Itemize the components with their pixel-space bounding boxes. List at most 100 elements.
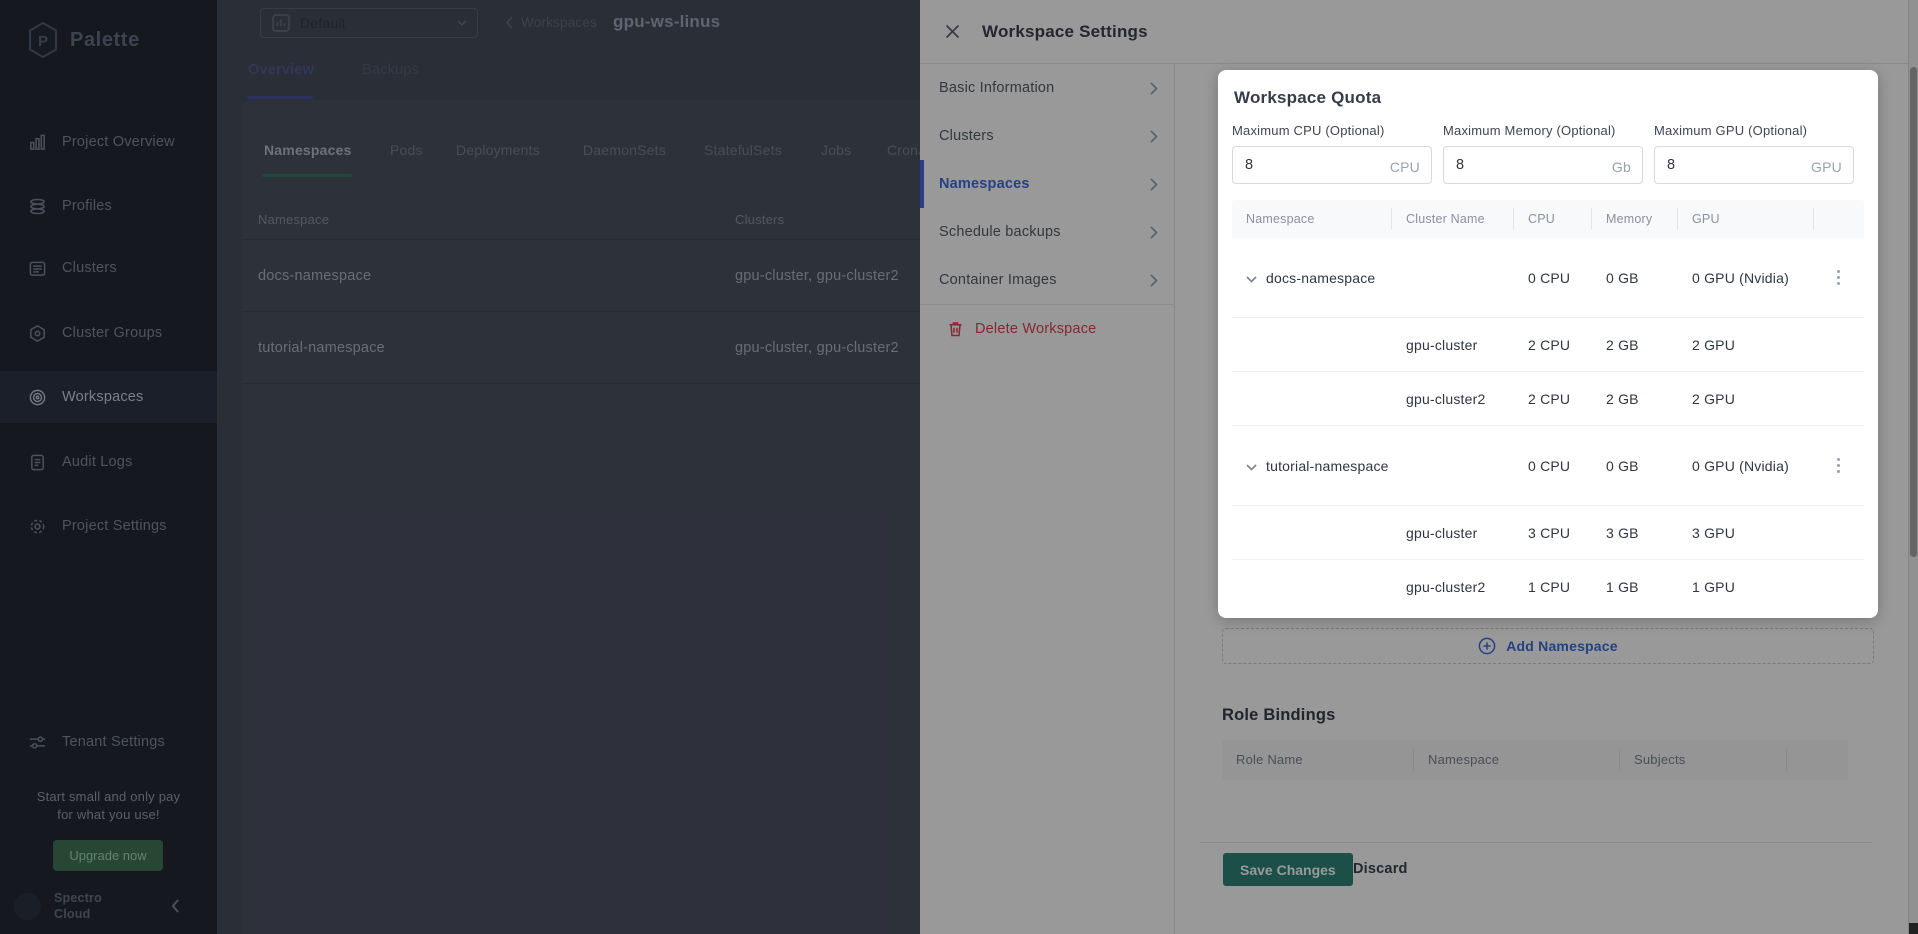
cell-clusters: gpu-cluster, gpu-cluster2	[735, 268, 899, 284]
column-header-subjects: Subjects	[1620, 749, 1787, 771]
memory-cell: 2 GB	[1592, 337, 1678, 353]
footer-brand-line2: Cloud	[54, 906, 102, 922]
breadcrumb-workspaces[interactable]: Workspaces	[521, 15, 597, 30]
subtab-statefulsets[interactable]: StatefulSets	[704, 142, 821, 158]
nav-item-label: Namespaces	[939, 176, 1030, 192]
modal-nav-basic-information[interactable]: Basic Information	[920, 64, 1174, 112]
cpu-cell: 0 CPU	[1514, 458, 1592, 474]
trash-icon	[948, 321, 963, 337]
delete-workspace-button[interactable]: Delete Workspace	[920, 305, 1174, 353]
gpu-cell: 1 GPU	[1678, 579, 1814, 595]
add-namespace-label: Add Namespace	[1506, 638, 1618, 654]
sidebar-item-label: Workspaces	[62, 389, 144, 405]
list-box-icon	[28, 259, 47, 278]
gpu-unit-label: GPU	[1811, 159, 1842, 175]
cell-namespace: docs-namespace	[242, 268, 735, 284]
memory-cell: 0 GB	[1592, 458, 1678, 474]
sidebar-item-audit-logs[interactable]: Audit Logs	[0, 438, 217, 486]
hexagon-icon	[28, 324, 47, 343]
scrollbar-thumb[interactable]	[1910, 67, 1917, 557]
gear-icon	[28, 517, 47, 536]
modal-nav-schedule-backups[interactable]: Schedule backups	[920, 208, 1174, 256]
namespace-name-cell[interactable]: tutorial-namespace	[1232, 455, 1392, 477]
sidebar-item-project-overview[interactable]: Project Overview	[0, 118, 217, 166]
memory-cell: 1 GB	[1592, 579, 1678, 595]
modal-nav-clusters[interactable]: Clusters	[920, 112, 1174, 160]
add-namespace-button[interactable]: Add Namespace	[1222, 628, 1874, 664]
memory-cell: 3 GB	[1592, 525, 1678, 541]
sidebar-item-workspaces[interactable]: Workspaces	[0, 371, 217, 423]
row-menu-icon[interactable]	[1828, 270, 1848, 285]
spectro-cloud-logo-icon	[14, 893, 41, 920]
tab-backups[interactable]: Backups	[362, 62, 419, 78]
footer-divider	[1200, 842, 1872, 843]
scrollbar-corner	[1909, 923, 1918, 934]
max-cpu-field: Maximum CPU (Optional) CPU	[1232, 123, 1432, 184]
tab-overview[interactable]: Overview	[248, 62, 314, 78]
modal-nav-container-images[interactable]: Container Images	[920, 256, 1174, 304]
cluster-row: gpu-cluster 3 CPU 3 GB 3 GPU	[1232, 506, 1864, 560]
column-header-gpu: GPU	[1678, 208, 1814, 230]
column-header-cluster-name: Cluster Name	[1392, 208, 1514, 230]
footer-brand-line1: Spectro	[54, 890, 102, 906]
column-header-namespace: Namespace	[242, 212, 735, 227]
modal-nav-namespaces[interactable]: Namespaces	[920, 160, 1174, 208]
discard-button[interactable]: Discard	[1353, 853, 1408, 886]
quota-table: Namespace Cluster Name CPU Memory GPU do…	[1232, 200, 1864, 614]
page-title: gpu-ws-linus	[613, 12, 720, 32]
sidebar-item-label: Cluster Groups	[62, 325, 162, 341]
collapse-sidebar-icon[interactable]	[170, 898, 180, 914]
memory-cell: 2 GB	[1592, 391, 1678, 407]
save-changes-button[interactable]: Save Changes	[1223, 853, 1353, 886]
nav-item-label: Basic Information	[939, 80, 1054, 96]
cluster-name-cell: gpu-cluster	[1392, 337, 1514, 353]
quota-heading: Workspace Quota	[1234, 88, 1864, 108]
cluster-name-cell: gpu-cluster2	[1392, 391, 1514, 407]
workspace-settings-modal: Workspace Settings Basic Information Clu…	[920, 0, 1918, 934]
chevron-down-icon	[1246, 276, 1257, 283]
namespace-row: tutorial-namespace 0 CPU 0 GB 0 GPU (Nvi…	[1232, 426, 1864, 506]
modal-scrollbar[interactable]	[1908, 0, 1918, 934]
subtab-pods[interactable]: Pods	[390, 142, 456, 158]
upgrade-now-button[interactable]: Upgrade now	[53, 840, 163, 871]
sidebar-item-label: Clusters	[62, 260, 117, 276]
gpu-cell: 0 GPU (Nvidia)	[1678, 458, 1814, 474]
sidebar-item-cluster-groups[interactable]: Cluster Groups	[0, 309, 217, 357]
sidebar-item-tenant-settings[interactable]: Tenant Settings	[0, 718, 217, 766]
nav-item-label: Schedule backups	[939, 224, 1061, 240]
subtab-jobs[interactable]: Jobs	[821, 142, 887, 158]
sidebar: P Palette Project Overview Profiles Clus…	[0, 0, 217, 934]
plus-circle-icon	[1478, 637, 1496, 655]
column-header-actions	[1787, 749, 1848, 771]
modal-title: Workspace Settings	[982, 22, 1148, 42]
memory-unit-label: Gb	[1612, 159, 1631, 175]
project-selector[interactable]: Default	[260, 8, 478, 38]
sidebar-item-profiles[interactable]: Profiles	[0, 182, 217, 230]
chevron-down-icon	[457, 20, 467, 27]
cell-namespace: tutorial-namespace	[242, 340, 735, 356]
sidebar-item-project-settings[interactable]: Project Settings	[0, 502, 217, 550]
subtab-deployments[interactable]: Deployments	[456, 142, 583, 158]
column-header-actions	[1814, 208, 1862, 230]
row-menu-icon[interactable]	[1828, 458, 1848, 473]
back-chevron-icon[interactable]	[505, 16, 513, 29]
footer-brand: Spectro Cloud	[14, 890, 102, 922]
max-memory-label: Maximum Memory (Optional)	[1443, 123, 1643, 138]
close-icon[interactable]	[945, 24, 960, 39]
namespace-row: docs-namespace 0 CPU 0 GB 0 GPU (Nvidia)	[1232, 238, 1864, 318]
svg-text:P: P	[38, 33, 48, 50]
app-root: P Palette Project Overview Profiles Clus…	[0, 0, 1918, 934]
project-selector-value: Default	[300, 15, 346, 31]
column-header-memory: Memory	[1592, 208, 1678, 230]
column-header-clusters: Clusters	[735, 212, 784, 227]
sidebar-item-clusters[interactable]: Clusters	[0, 244, 217, 292]
namespace-name-cell[interactable]: docs-namespace	[1232, 267, 1392, 289]
cluster-name-cell: gpu-cluster2	[1392, 579, 1514, 595]
bar-chart-icon	[28, 133, 47, 152]
delete-workspace-label: Delete Workspace	[975, 321, 1096, 337]
modal-nav: Basic Information Clusters Namespaces Sc…	[920, 64, 1175, 934]
subtab-daemonsets[interactable]: DaemonSets	[583, 142, 704, 158]
subtab-namespaces[interactable]: Namespaces	[264, 142, 390, 158]
nav-item-label: Clusters	[939, 128, 994, 144]
breadcrumb: Workspaces gpu-ws-linus	[505, 12, 720, 32]
